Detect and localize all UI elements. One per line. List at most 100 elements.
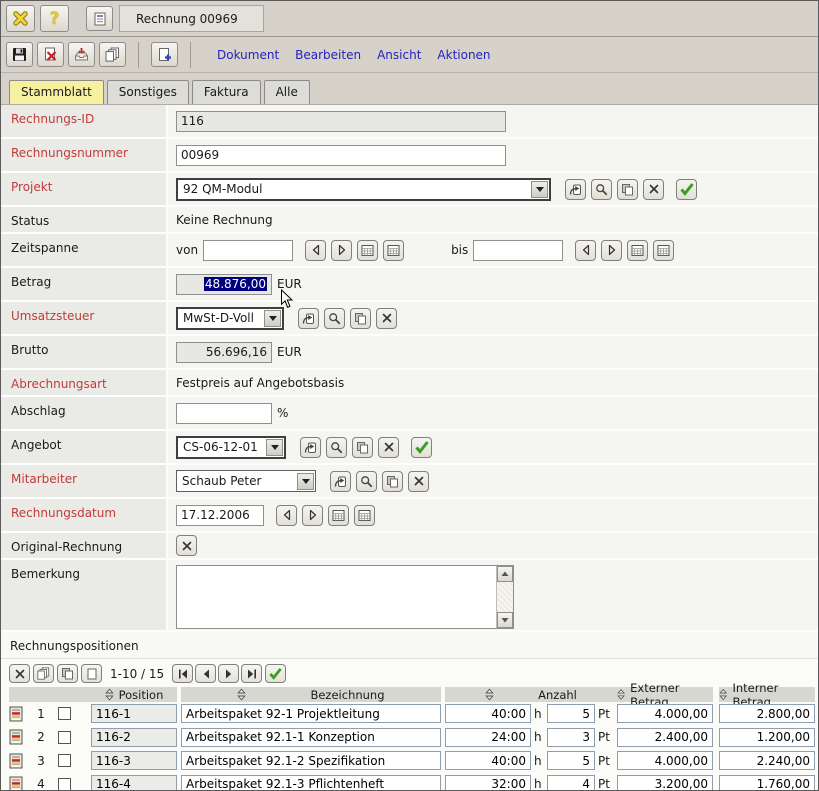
goto-button[interactable] [298,308,319,329]
mitarbeiter-dropdown[interactable]: Schaub Peter [176,470,316,492]
goto-button[interactable] [330,471,351,492]
bezeichnung-field[interactable] [181,704,441,723]
position-field[interactable] [91,775,177,791]
points-field[interactable] [547,775,595,791]
search-button[interactable] [324,308,345,329]
row-checkbox[interactable] [58,707,71,720]
copy-value-button[interactable] [352,437,373,458]
column-header-interner-betrag[interactable]: Interner Betrag [719,687,815,702]
row-checkbox[interactable] [58,778,71,791]
new-document-button[interactable] [151,42,178,67]
externer-betrag-field[interactable] [617,751,713,770]
copy-value-button[interactable] [617,179,638,200]
bezeichnung-field[interactable] [181,751,441,770]
points-field[interactable] [547,704,595,723]
next-date-button[interactable] [302,505,323,526]
next-date-button[interactable] [601,240,622,261]
interner-betrag-field[interactable] [719,728,815,747]
bemerkung-scrollbar[interactable] [496,566,513,628]
calendar-button[interactable] [354,505,375,526]
externer-betrag-field[interactable] [617,728,713,747]
copy-document-button[interactable] [99,42,126,67]
search-button[interactable] [356,471,377,492]
abschlag-field[interactable] [176,403,272,424]
save-button[interactable] [6,42,33,67]
copy-position-button[interactable] [33,664,54,683]
hours-field[interactable] [445,751,531,770]
zeitspanne-bis-field[interactable] [473,240,563,261]
open-position-button[interactable] [9,753,23,769]
menu-dokument[interactable]: Dokument [217,48,279,62]
points-field[interactable] [547,751,595,770]
confirm-button[interactable] [676,179,697,200]
clear-button[interactable] [643,179,664,200]
apply-button[interactable] [265,664,286,683]
column-header-anzahl[interactable]: Anzahl [445,687,617,702]
new-position-button[interactable] [81,664,102,683]
clear-button[interactable] [408,471,429,492]
interner-betrag-field[interactable] [719,751,815,770]
position-field[interactable] [91,751,177,770]
externer-betrag-field[interactable] [617,704,713,723]
copy-value-button[interactable] [382,471,403,492]
calendar-button[interactable] [653,240,674,261]
rechnungsdatum-field[interactable] [176,505,264,526]
scroll-down-button[interactable] [497,612,513,628]
menu-bearbeiten[interactable]: Bearbeiten [295,48,361,62]
dropdown-arrow-icon[interactable] [531,181,548,198]
interner-betrag-field[interactable] [719,775,815,791]
column-header-externer-betrag[interactable]: Externer Betrag [617,687,713,702]
externer-betrag-field[interactable] [617,775,713,791]
row-checkbox[interactable] [58,731,71,744]
paste-position-button[interactable] [57,664,78,683]
column-header-bezeichnung[interactable]: Bezeichnung [181,687,441,702]
archive-button[interactable] [68,42,95,67]
goto-button[interactable] [565,179,586,200]
clear-button[interactable] [378,437,399,458]
menu-ansicht[interactable]: Ansicht [377,48,421,62]
zeitspanne-von-field[interactable] [203,240,293,261]
first-page-button[interactable] [172,664,193,683]
calendar-button[interactable] [328,505,349,526]
tab-sonstiges[interactable]: Sonstiges [107,80,189,104]
angebot-dropdown[interactable]: CS-06-12-01 [176,436,286,459]
hours-field[interactable] [445,775,531,791]
delete-button[interactable] [37,42,64,67]
umsatzsteuer-dropdown[interactable]: MwSt-D-Voll [176,307,284,330]
tab-alle[interactable]: Alle [264,80,310,104]
next-page-button[interactable] [218,664,239,683]
original-rechnung-clear-button[interactable] [176,535,197,556]
close-button[interactable] [6,5,35,32]
tab-stammblatt[interactable]: Stammblatt [9,80,104,104]
column-header-position[interactable]: Position [91,687,177,702]
calendar-button[interactable] [383,240,404,261]
menu-aktionen[interactable]: Aktionen [437,48,490,62]
prev-date-button[interactable] [276,505,297,526]
open-position-button[interactable] [9,776,23,791]
goto-button[interactable] [300,437,321,458]
bezeichnung-field[interactable] [181,775,441,791]
rechnungs-id-field[interactable] [176,111,506,132]
delete-position-button[interactable] [9,664,30,683]
bezeichnung-field[interactable] [181,728,441,747]
dropdown-arrow-icon[interactable] [297,473,314,490]
brutto-field[interactable] [176,342,272,363]
tab-faktura[interactable]: Faktura [192,80,261,104]
search-button[interactable] [591,179,612,200]
position-field[interactable] [91,704,177,723]
hours-field[interactable] [445,728,531,747]
copy-value-button[interactable] [350,308,371,329]
next-date-button[interactable] [331,240,352,261]
projekt-dropdown[interactable]: 92 QM-Modul [176,178,551,201]
bemerkung-field[interactable] [177,566,496,628]
search-button[interactable] [326,437,347,458]
document-button[interactable] [86,6,113,31]
prev-date-button[interactable] [305,240,326,261]
scroll-up-button[interactable] [497,566,513,582]
prev-page-button[interactable] [195,664,216,683]
dropdown-arrow-icon[interactable] [266,439,283,456]
open-position-button[interactable] [9,706,23,722]
confirm-button[interactable] [411,437,432,458]
calendar-button[interactable] [357,240,378,261]
interner-betrag-field[interactable] [719,704,815,723]
